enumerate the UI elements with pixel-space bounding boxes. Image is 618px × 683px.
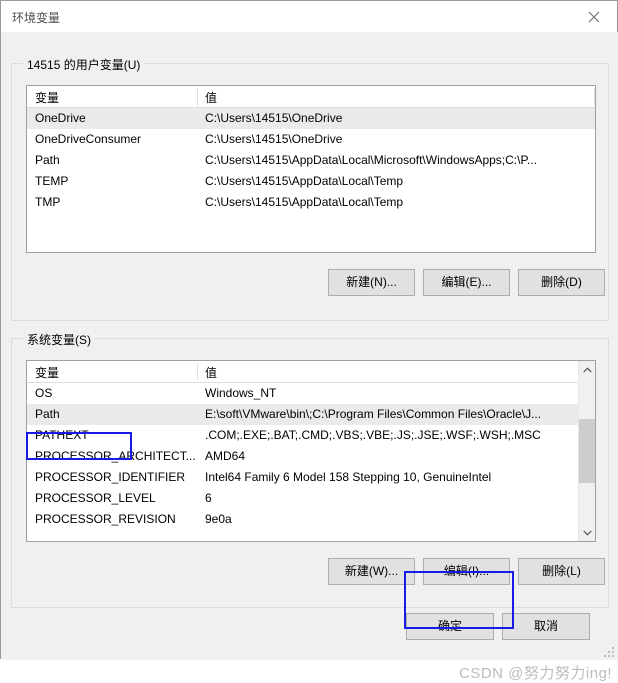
system-variable-name: Path [35,407,60,421]
table-row[interactable]: PATHEXT .COM;.EXE;.BAT;.CMD;.VBS;.VBE;.JS… [27,425,595,446]
system-variable-value: 6 [205,491,212,505]
watermark: CSDN @努力努力ing! [459,665,613,682]
system-delete-button[interactable]: 删除(L) [518,558,605,585]
user-variable-value: C:\Users\14515\AppData\Local\Temp [205,195,404,209]
header-divider [197,363,198,381]
chevron-down-icon[interactable] [579,524,595,541]
user-edit-button[interactable]: 编辑(E)... [423,269,510,296]
system-variable-value: Windows_NT [205,386,277,400]
system-column-header-name[interactable]: 变量 [35,364,59,381]
system-variable-name: PROCESSOR_ARCHITECT... [35,449,196,463]
system-variables-legend: 系统变量(S) [23,331,95,348]
environment-variables-dialog: 环境变量 14515 的用户变量(U) 变量 值 OneDrive C:\User… [0,0,618,682]
table-row[interactable]: TEMP C:\Users\14515\AppData\Local\Temp [27,171,595,192]
table-row[interactable]: OS Windows_NT [27,383,595,404]
table-row[interactable]: TMP C:\Users\14515\AppData\Local\Temp [27,192,595,213]
user-column-header-name[interactable]: 变量 [35,89,59,106]
user-variable-name: OneDrive [35,111,86,125]
system-variable-value: 9e0a [205,512,232,526]
system-variable-name: PROCESSOR_LEVEL [35,491,156,505]
user-list-body: OneDrive C:\Users\14515\OneDrive OneDriveC… [27,108,595,213]
table-row[interactable]: Path E:\soft\VMware\bin\;C:\Program Files… [27,404,595,425]
user-variable-value: C:\Users\14515\AppData\Local\Microsoft\W… [205,153,537,167]
table-row[interactable]: PROCESSOR_LEVEL 6 [27,488,595,509]
user-variables-group: 14515 的用户变量(U) 变量 值 OneDrive C:\Users\145… [11,56,609,321]
user-column-header-value[interactable]: 值 [205,89,217,106]
title-bar: 环境变量 [1,1,617,32]
user-variable-value: C:\Users\14515\OneDrive [205,132,343,146]
header-divider-end [594,88,595,106]
table-row[interactable]: Path C:\Users\14515\AppData\Local\Microso… [27,150,595,171]
header-divider [197,88,198,106]
system-variable-value: E:\soft\VMware\bin\;C:\Program Files\Com… [205,407,542,421]
window-title: 环境变量 [12,11,61,25]
scrollbar-thumb[interactable] [579,419,595,483]
system-variable-value: Intel64 Family 6 Model 158 Stepping 10, … [205,470,492,484]
table-row[interactable]: PROCESSOR_REVISION 9e0a [27,509,595,530]
system-variables-group: 系统变量(S) 变量 值 OS Windows_NT Path E:\soft\VMw… [11,331,609,608]
table-row[interactable]: PROCESSOR_ARCHITECT... AMD64 [27,446,595,467]
system-edit-button[interactable]: 编辑(I)... [423,558,510,585]
table-row[interactable]: OneDrive C:\Users\14515\OneDrive [27,108,595,129]
user-variable-name: OneDriveConsumer [35,132,142,146]
system-list-body: OS Windows_NT Path E:\soft\VMware\bin\;C:\P… [27,383,595,530]
dialog-client-area: 14515 的用户变量(U) 变量 值 OneDrive C:\Users\145… [1,32,618,682]
table-row[interactable]: PROCESSOR_IDENTIFIER Intel64 Family 6 Mod… [27,467,595,488]
user-list-header: 变量 值 [27,86,595,108]
user-variables-list[interactable]: 变量 值 OneDrive C:\Users\14515\OneDrive OneD… [26,85,596,253]
system-variable-value: AMD64 [205,449,246,463]
system-column-header-value[interactable]: 值 [205,364,217,381]
user-variables-legend: 14515 的用户变量(U) [23,56,145,73]
system-variable-value: .COM;.EXE;.BAT;.CMD;.VBS;.VBE;.JS;.JSE;.… [205,428,541,442]
cancel-button[interactable]: 取消 [502,613,590,640]
close-icon[interactable] [571,1,617,32]
system-list-scrollbar[interactable] [578,361,595,541]
ok-button[interactable]: 确定 [406,613,494,640]
user-new-button[interactable]: 新建(N)... [328,269,415,296]
system-variable-name: PROCESSOR_REVISION [35,512,176,526]
system-variable-name: PATHEXT [35,428,89,442]
system-list-header: 变量 值 [27,361,595,383]
system-new-button[interactable]: 新建(W)... [328,558,415,585]
user-delete-button[interactable]: 删除(D) [518,269,605,296]
system-variables-list[interactable]: 变量 值 OS Windows_NT Path E:\soft\VMware\bin\… [26,360,596,542]
table-row[interactable]: OneDriveConsumer C:\Users\14515\OneDrive [27,129,595,150]
system-variable-name: OS [35,386,53,400]
user-variable-name: TMP [35,195,61,209]
user-variable-name: TEMP [35,174,69,188]
user-variable-value: C:\Users\14515\OneDrive [205,111,343,125]
system-variable-name: PROCESSOR_IDENTIFIER [35,470,186,484]
chevron-up-icon[interactable] [579,361,595,378]
user-variable-name: Path [35,153,60,167]
resize-grip[interactable] [604,645,616,657]
user-variable-value: C:\Users\14515\AppData\Local\Temp [205,174,404,188]
